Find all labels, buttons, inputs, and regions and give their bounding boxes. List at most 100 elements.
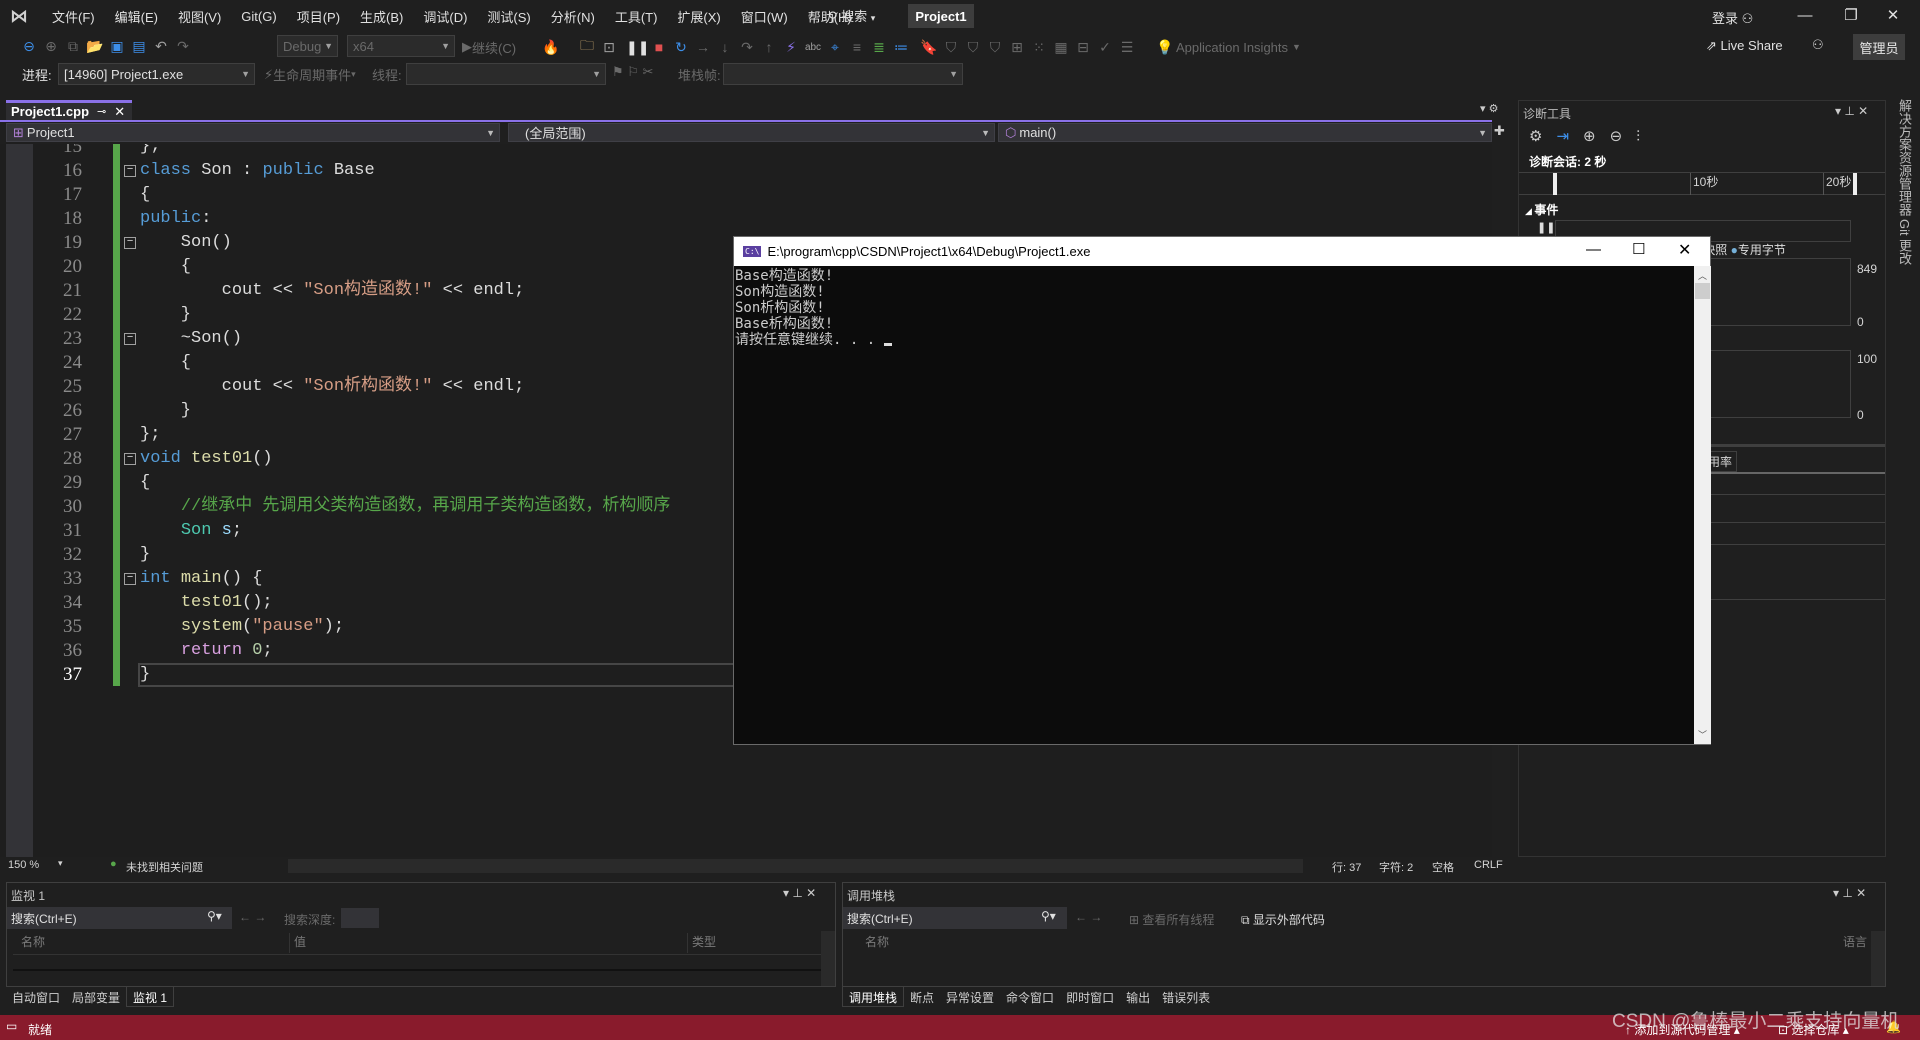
continue-button[interactable]: ▶ 继续(C)	[462, 36, 516, 58]
menu-item[interactable]: 文件(F)	[42, 7, 105, 26]
column-header-type[interactable]: 类型	[687, 933, 716, 953]
fold-toggle-icon[interactable]: −	[124, 573, 136, 585]
close-tab-icon[interactable]: ✕	[114, 104, 125, 120]
navigate-forward-icon[interactable]: ⊕	[40, 38, 62, 55]
check-sql-icon[interactable]: ✓	[1094, 39, 1116, 56]
bottom-tab[interactable]: 异常设置	[940, 987, 1000, 1007]
line-ending-indicator[interactable]: CRLF	[1474, 859, 1503, 871]
console-close-button[interactable]: ✕	[1678, 240, 1691, 260]
scope-dropdown[interactable]: (全局范围) ▼	[508, 123, 995, 142]
fold-toggle-icon[interactable]: −	[124, 453, 136, 465]
split-editor-icon[interactable]: ✚	[1494, 123, 1505, 139]
issues-status[interactable]: 未找到相关问题	[126, 859, 203, 875]
stack-frame-dropdown[interactable]: ▼	[723, 63, 963, 85]
nav-arrows[interactable]: ← →	[239, 910, 266, 924]
open-file-icon[interactable]: 📂	[84, 38, 106, 55]
feedback-icon[interactable]: ⚇	[1812, 37, 1824, 53]
pin-icon[interactable]: ⊸	[97, 105, 106, 118]
menu-item[interactable]: 生成(B)	[350, 7, 413, 26]
bottom-tab[interactable]: 调用堆栈	[842, 987, 905, 1007]
timeline-end-handle[interactable]	[1853, 173, 1857, 195]
view-all-threads-button[interactable]: ⊞ 查看所有线程	[1129, 911, 1214, 928]
step-back-icon[interactable]: ↑	[758, 39, 780, 55]
bottom-tab[interactable]: 断点	[904, 987, 940, 1007]
tab-list-icon[interactable]: ▾ ⚙	[1480, 102, 1498, 115]
column-header-value[interactable]: 值	[289, 933, 306, 953]
prev-bookmark-icon[interactable]: ⛉	[940, 39, 962, 56]
redo-icon[interactable]: ↷	[172, 38, 194, 55]
grid-icon[interactable]: ⁙	[1028, 39, 1050, 56]
cursor-icon[interactable]: ⌖	[824, 39, 846, 56]
window-icon[interactable]: ⊡	[598, 39, 620, 56]
column-header-name[interactable]: 名称	[21, 933, 45, 953]
step-out-icon[interactable]: ↷	[736, 39, 758, 56]
configuration-dropdown[interactable]: Debug ▼	[277, 35, 338, 57]
console-title-bar[interactable]: C:\ E:\program\cpp\CSDN\Project1\x64\Deb…	[734, 237, 1710, 266]
diagnostics-icon[interactable]: ⚡	[780, 39, 802, 56]
console-minimize-button[interactable]: —	[1586, 241, 1601, 258]
save-icon[interactable]: ▣	[106, 38, 128, 55]
application-insights-button[interactable]: Application Insights	[1176, 40, 1288, 55]
bottom-tab[interactable]: 监视 1	[126, 987, 175, 1007]
search-icon[interactable]: ⚲▾	[1041, 909, 1056, 923]
scroll-thumb[interactable]	[1695, 283, 1710, 299]
pause-icon[interactable]: ❚❚	[626, 39, 649, 56]
timeline-ruler[interactable]: 10秒 20秒	[1519, 172, 1885, 195]
search-button[interactable]: ⚲ 搜索 ▾	[828, 6, 875, 25]
hot-reload-icon[interactable]: 🔥	[540, 39, 562, 56]
new-project-icon[interactable]: ⧉	[62, 38, 84, 55]
stop-icon[interactable]: ■	[648, 39, 670, 55]
lifecycle-events-button[interactable]: ⚡ 生命周期事件 ▾	[264, 65, 356, 84]
menu-item[interactable]: 编辑(E)	[105, 7, 168, 26]
line-indicator[interactable]: 行: 37	[1332, 859, 1361, 875]
watch-search-input[interactable]: 搜索(Ctrl+E) ⚲▾	[7, 907, 232, 929]
callstack-scrollbar[interactable]	[1871, 931, 1885, 986]
console-scrollbar[interactable]: ︿ ﹀	[1694, 266, 1711, 744]
menu-item[interactable]: 测试(S)	[477, 7, 540, 26]
panel-options[interactable]: ▾ ⊥ ✕	[1833, 886, 1866, 900]
list-icon[interactable]: ☰	[1116, 39, 1138, 56]
bottom-tab[interactable]: 即时窗口	[1060, 987, 1120, 1007]
menu-item[interactable]: 窗口(W)	[731, 7, 798, 26]
code-line[interactable]: 15};	[0, 144, 1492, 159]
console-window[interactable]: C:\ E:\program\cpp\CSDN\Project1\x64\Deb…	[733, 236, 1711, 745]
uncomment-icon[interactable]: ≔	[890, 39, 912, 56]
editor-horizontal-scrollbar[interactable]	[288, 859, 1303, 873]
menu-item[interactable]: 分析(N)	[541, 7, 605, 26]
callstack-search-input[interactable]: 搜索(Ctrl+E) ⚲▾	[843, 907, 1067, 929]
sql-icon[interactable]: ⊟	[1072, 39, 1094, 56]
console-maximize-button[interactable]: ☐	[1632, 240, 1645, 258]
bottom-tab[interactable]: 局部变量	[66, 987, 126, 1007]
bottom-tab[interactable]: 输出	[1120, 987, 1156, 1007]
tab-project1-cpp[interactable]: Project1.cpp ⊸ ✕	[6, 100, 132, 120]
menu-item[interactable]: 调试(D)	[413, 7, 477, 26]
tab-solution-explorer[interactable]: 解决方案资源管理器	[1895, 99, 1914, 216]
diagram-icon[interactable]: ⊞	[1006, 39, 1028, 56]
fold-toggle-icon[interactable]: −	[124, 165, 136, 177]
comment-icon[interactable]: ≣	[868, 39, 890, 56]
menu-item[interactable]: 扩展(X)	[667, 7, 730, 26]
restart-icon[interactable]: ↻	[670, 39, 692, 56]
menu-item[interactable]: Git(G)	[231, 9, 286, 24]
search-icon[interactable]: ⚲▾	[207, 909, 222, 923]
fold-toggle-icon[interactable]: −	[124, 237, 136, 249]
member-dropdown[interactable]: ⬡ main() ▼	[998, 123, 1492, 142]
login-button[interactable]: 登录 ⚇	[1712, 8, 1753, 27]
menu-item[interactable]: 视图(V)	[168, 7, 231, 26]
bottom-tab[interactable]: 命令窗口	[1000, 987, 1060, 1007]
bookmark-icon[interactable]: 🔖	[918, 39, 940, 56]
pause-icon[interactable]: ❚❚	[1537, 221, 1555, 234]
open-folder-icon[interactable]: 🗀	[576, 35, 598, 59]
code-line[interactable]: 17 {	[0, 183, 1492, 207]
search-depth-dropdown[interactable]	[341, 908, 379, 928]
char-indicator[interactable]: 字符: 2	[1379, 859, 1413, 875]
settings-gear-icon[interactable]: ⚙	[1529, 127, 1542, 145]
watch-empty-row[interactable]	[13, 954, 825, 971]
step-over-icon[interactable]: →	[692, 39, 714, 55]
bottom-tab[interactable]: 错误列表	[1156, 987, 1216, 1007]
panel-options[interactable]: ▾ ⊥ ✕	[783, 886, 816, 900]
bottom-tab[interactable]: 自动窗口	[6, 987, 66, 1007]
chevron-down-icon[interactable]: ▾	[58, 858, 63, 869]
export-icon[interactable]: ⇥	[1556, 127, 1569, 145]
watch-scrollbar[interactable]	[821, 931, 835, 986]
